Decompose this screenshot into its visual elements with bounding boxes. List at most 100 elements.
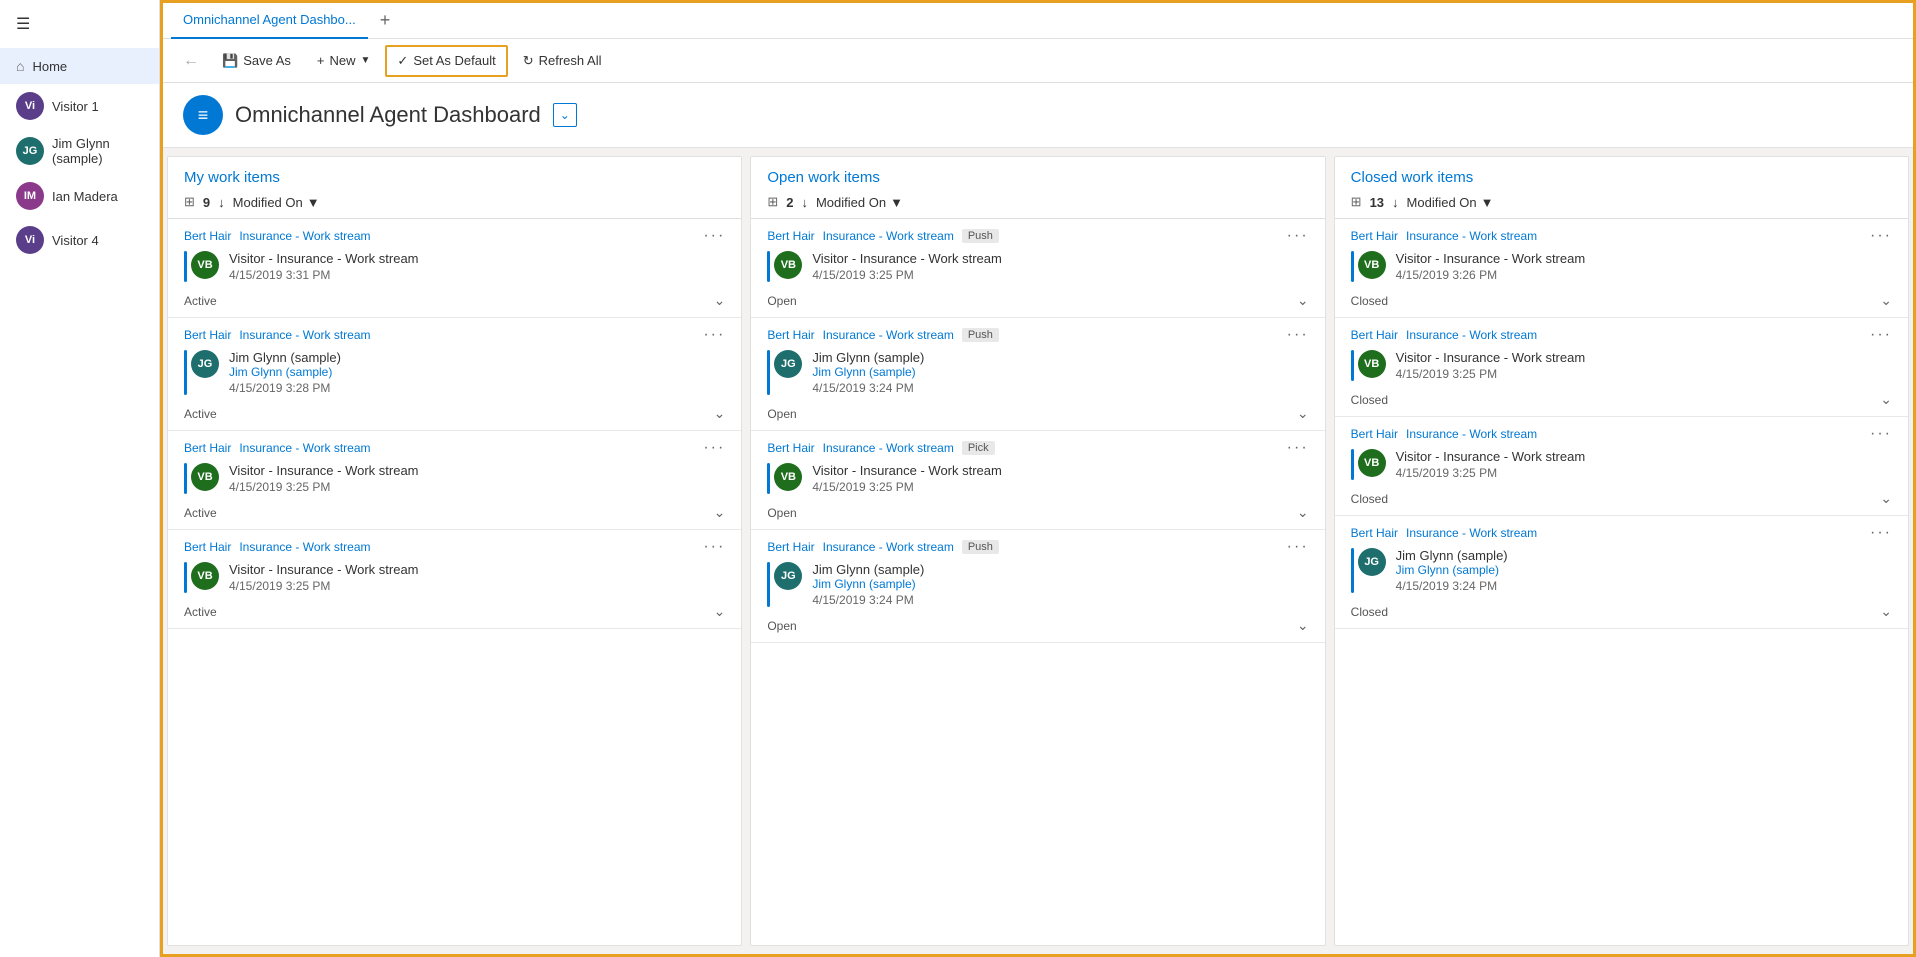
sidebar-contact-jimglynn[interactable]: JG Jim Glynn (sample): [0, 128, 159, 174]
card-more-button[interactable]: ···: [1870, 227, 1892, 245]
card-agent[interactable]: Bert Hair: [184, 441, 231, 455]
card-more-button[interactable]: ···: [1870, 524, 1892, 542]
closed-work-sort-chevron: ▼: [1481, 195, 1494, 210]
card-agent[interactable]: Bert Hair: [1351, 328, 1398, 342]
card-agent[interactable]: Bert Hair: [767, 441, 814, 455]
card-more-button[interactable]: ···: [703, 439, 725, 457]
card-date: 4/15/2019 3:25 PM: [229, 480, 419, 494]
card-name-link[interactable]: Jim Glynn (sample): [229, 365, 341, 379]
card-more-button[interactable]: ···: [1870, 425, 1892, 443]
new-button[interactable]: + New ▼: [306, 45, 382, 77]
sidebar-contact-visitor4[interactable]: Vi Visitor 4: [0, 218, 159, 262]
card-more-button[interactable]: ···: [1287, 326, 1309, 344]
save-as-button[interactable]: 💾 Save As: [211, 45, 302, 77]
card-header: Bert Hair Insurance - Work stream ···: [184, 227, 725, 245]
card-stream[interactable]: Insurance - Work stream: [239, 441, 370, 455]
card-agent[interactable]: Bert Hair: [1351, 427, 1398, 441]
card-expand-button[interactable]: ⌄: [714, 603, 726, 620]
card-more-button[interactable]: ···: [1287, 538, 1309, 556]
card-expand-button[interactable]: ⌄: [1880, 292, 1892, 309]
card-more-button[interactable]: ···: [703, 326, 725, 344]
dashboard-dropdown-button[interactable]: ⌄: [553, 103, 577, 127]
set-as-default-label: Set As Default: [413, 53, 495, 68]
card-expand-button[interactable]: ⌄: [1297, 504, 1309, 521]
closed-work-sort-control[interactable]: Modified On ▼: [1407, 195, 1494, 210]
work-card[interactable]: Bert Hair Insurance - Work stream ··· VB…: [1335, 318, 1908, 417]
card-header: Bert Hair Insurance - Work stream ···: [184, 326, 725, 344]
refresh-all-button[interactable]: ↻ Refresh All: [512, 45, 613, 77]
card-name-link[interactable]: Jim Glynn (sample): [812, 365, 924, 379]
work-card[interactable]: Bert Hair Insurance - Work stream ··· VB…: [168, 530, 741, 629]
card-more-button[interactable]: ···: [1287, 227, 1309, 245]
work-card[interactable]: Bert Hair Insurance - Work stream Push ·…: [751, 318, 1324, 431]
card-agent[interactable]: Bert Hair: [184, 540, 231, 554]
card-inner: JG Jim Glynn (sample) Jim Glynn (sample)…: [184, 350, 725, 395]
card-stream[interactable]: Insurance - Work stream: [823, 441, 954, 455]
sidebar-contact-visitor1[interactable]: Vi Visitor 1: [0, 84, 159, 128]
card-name-link[interactable]: Jim Glynn (sample): [812, 577, 924, 591]
card-expand-button[interactable]: ⌄: [714, 292, 726, 309]
work-card[interactable]: Bert Hair Insurance - Work stream ··· VB…: [168, 431, 741, 530]
card-header-left: Bert Hair Insurance - Work stream Push: [767, 229, 999, 243]
card-expand-button[interactable]: ⌄: [1880, 391, 1892, 408]
work-card[interactable]: Bert Hair Insurance - Work stream ··· JG…: [168, 318, 741, 431]
card-stream[interactable]: Insurance - Work stream: [823, 540, 954, 554]
back-button[interactable]: ←: [175, 48, 207, 74]
card-stream[interactable]: Insurance - Work stream: [239, 229, 370, 243]
work-card[interactable]: Bert Hair Insurance - Work stream Pick ·…: [751, 431, 1324, 530]
card-expand-button[interactable]: ⌄: [714, 405, 726, 422]
set-as-default-button[interactable]: ✓ Set As Default: [385, 45, 507, 77]
card-stream[interactable]: Insurance - Work stream: [1406, 328, 1537, 342]
work-card[interactable]: Bert Hair Insurance - Work stream ··· VB…: [1335, 417, 1908, 516]
closed-work-sort-label: Modified On: [1407, 195, 1477, 210]
tab-dashboard[interactable]: Omnichannel Agent Dashbo...: [171, 3, 368, 39]
card-more-button[interactable]: ···: [703, 538, 725, 556]
card-date: 4/15/2019 3:25 PM: [812, 268, 1002, 282]
card-expand-button[interactable]: ⌄: [1297, 292, 1309, 309]
card-expand-button[interactable]: ⌄: [714, 504, 726, 521]
card-stream[interactable]: Insurance - Work stream: [1406, 427, 1537, 441]
card-name-link[interactable]: Jim Glynn (sample): [1396, 563, 1508, 577]
work-card[interactable]: Bert Hair Insurance - Work stream ··· JG…: [1335, 516, 1908, 629]
hamburger-menu[interactable]: ☰: [0, 0, 159, 48]
work-card[interactable]: Bert Hair Insurance - Work stream ··· VB…: [1335, 219, 1908, 318]
card-expand-button[interactable]: ⌄: [1297, 405, 1309, 422]
card-expand-button[interactable]: ⌄: [1880, 603, 1892, 620]
card-agent[interactable]: Bert Hair: [767, 328, 814, 342]
card-stream[interactable]: Insurance - Work stream: [1406, 526, 1537, 540]
my-work-sort-control[interactable]: Modified On ▼: [233, 195, 320, 210]
card-avatar: VB: [1358, 251, 1386, 279]
card-stream[interactable]: Insurance - Work stream: [1406, 229, 1537, 243]
card-stream[interactable]: Insurance - Work stream: [239, 328, 370, 342]
card-stream[interactable]: Insurance - Work stream: [823, 328, 954, 342]
card-header: Bert Hair Insurance - Work stream ···: [184, 538, 725, 556]
card-agent[interactable]: Bert Hair: [767, 229, 814, 243]
card-name: Visitor - Insurance - Work stream: [229, 562, 419, 577]
sidebar-contact-ianmadera[interactable]: IM Ian Madera: [0, 174, 159, 218]
tab-add-button[interactable]: +: [372, 10, 399, 31]
card-agent[interactable]: Bert Hair: [184, 328, 231, 342]
card-date: 4/15/2019 3:24 PM: [812, 593, 924, 607]
card-header-left: Bert Hair Insurance - Work stream: [1351, 526, 1538, 540]
card-stream[interactable]: Insurance - Work stream: [239, 540, 370, 554]
card-more-button[interactable]: ···: [1870, 326, 1892, 344]
work-card[interactable]: Bert Hair Insurance - Work stream Push ·…: [751, 219, 1324, 318]
card-agent[interactable]: Bert Hair: [184, 229, 231, 243]
card-inner: VB Visitor - Insurance - Work stream 4/1…: [1351, 350, 1892, 381]
card-expand-button[interactable]: ⌄: [1880, 490, 1892, 507]
card-info: Visitor - Insurance - Work stream 4/15/2…: [1396, 350, 1586, 381]
card-stream[interactable]: Insurance - Work stream: [823, 229, 954, 243]
sidebar-item-home[interactable]: ⌂ Home: [0, 48, 159, 84]
work-card[interactable]: Bert Hair Insurance - Work stream ··· VB…: [168, 219, 741, 318]
card-expand-button[interactable]: ⌄: [1297, 617, 1309, 634]
card-agent[interactable]: Bert Hair: [767, 540, 814, 554]
closed-work-title: Closed work items: [1351, 169, 1892, 186]
card-more-button[interactable]: ···: [703, 227, 725, 245]
card-more-button[interactable]: ···: [1287, 439, 1309, 457]
card-inner: VB Visitor - Insurance - Work stream 4/1…: [184, 562, 725, 593]
card-agent[interactable]: Bert Hair: [1351, 526, 1398, 540]
open-work-sort-control[interactable]: Modified On ▼: [816, 195, 903, 210]
card-avatar: VB: [191, 251, 219, 279]
card-agent[interactable]: Bert Hair: [1351, 229, 1398, 243]
work-card[interactable]: Bert Hair Insurance - Work stream Push ·…: [751, 530, 1324, 643]
